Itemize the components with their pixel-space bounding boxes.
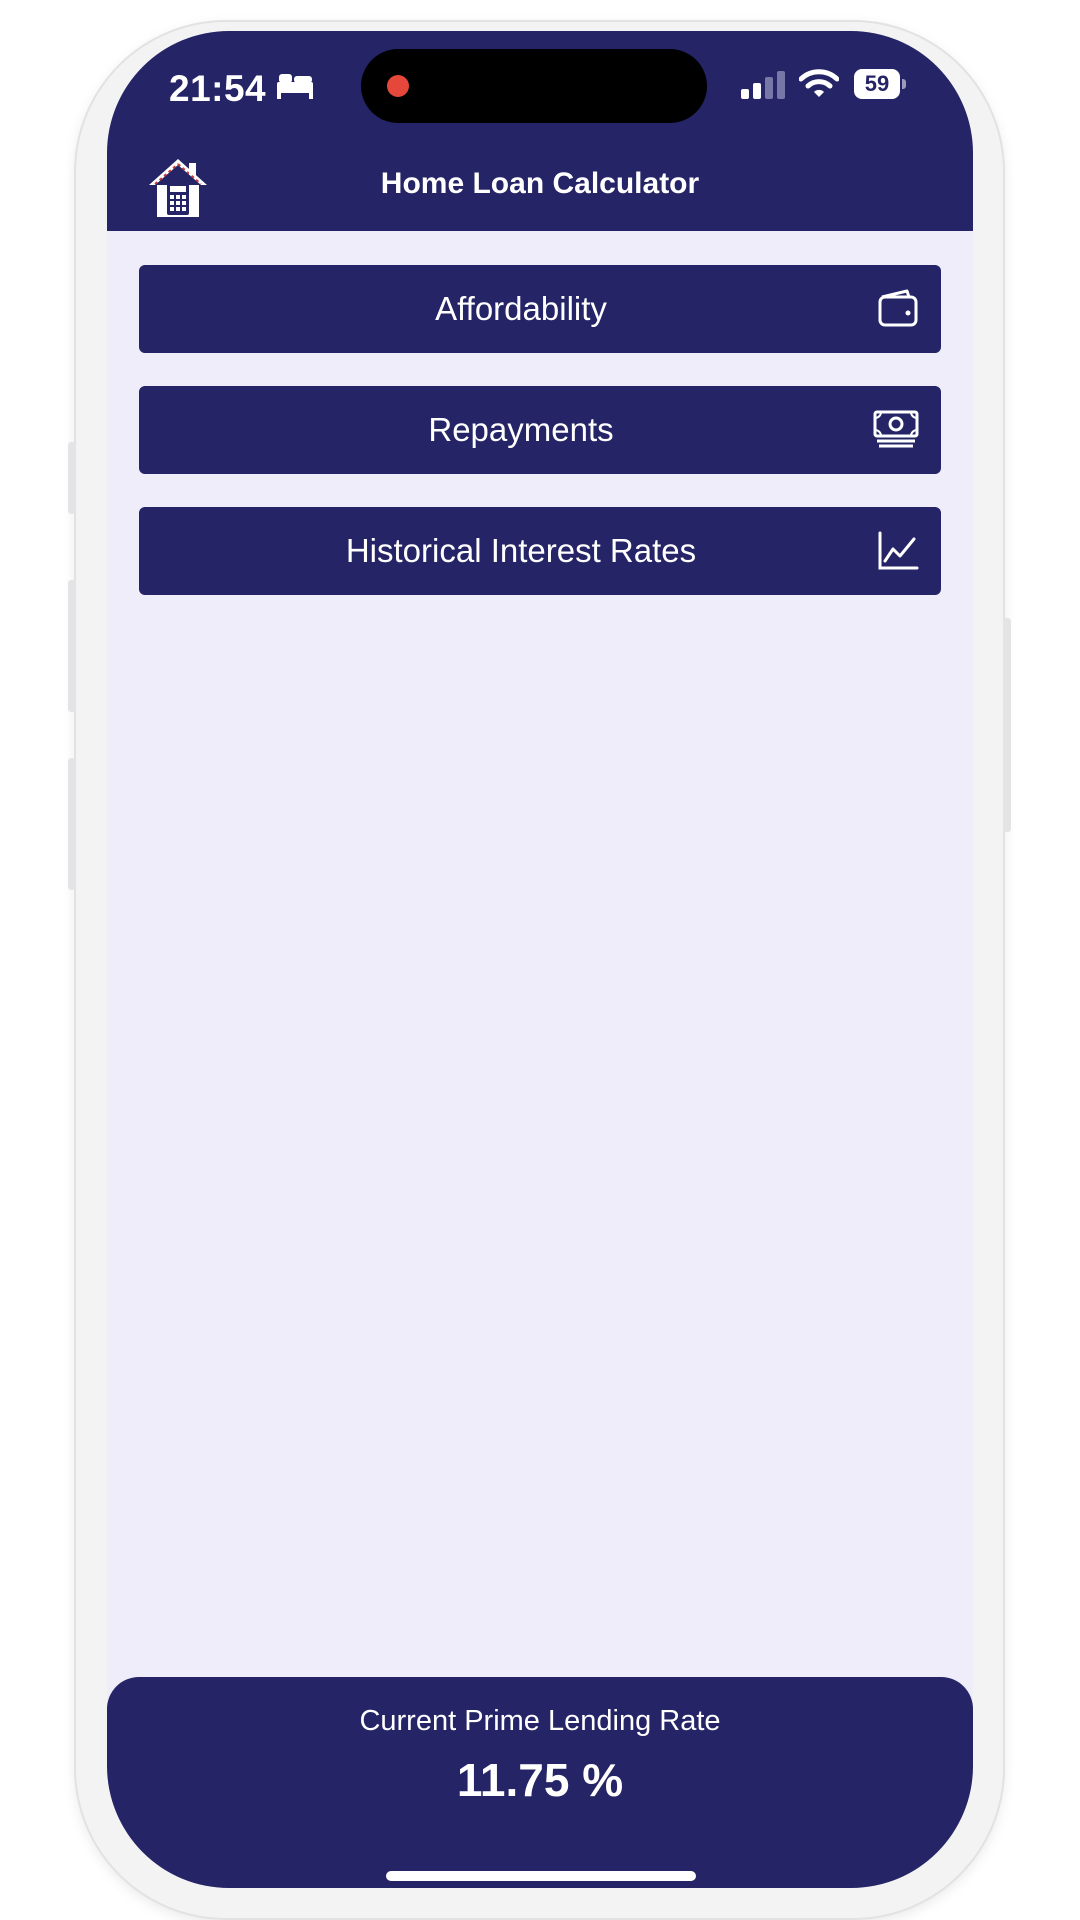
home-indicator[interactable] xyxy=(386,1871,696,1881)
volume-up-button xyxy=(68,580,76,712)
prime-rate-value: 11.75 % xyxy=(456,1754,624,1806)
signal-icon xyxy=(741,71,785,99)
historical-interest-rates-button[interactable]: Historical Interest Rates xyxy=(139,507,941,595)
affordability-label: Affordability xyxy=(435,290,607,327)
status-time: 21:54 xyxy=(169,68,267,109)
bed-icon xyxy=(277,74,313,99)
power-button xyxy=(1003,618,1011,832)
page-title: Home Loan Calculator xyxy=(380,167,700,200)
wifi-icon xyxy=(799,69,839,97)
dynamic-island xyxy=(361,49,707,123)
battery-tip xyxy=(902,79,906,89)
banknotes-icon xyxy=(873,410,919,448)
historical-interest-rates-label: Historical Interest Rates xyxy=(345,532,697,569)
prime-rate-footer: Current Prime Lending Rate 11.75 % xyxy=(107,1677,973,1888)
repayments-button[interactable]: Repayments xyxy=(139,386,941,474)
recording-indicator-icon xyxy=(387,75,409,97)
wallet-icon xyxy=(878,289,918,327)
line-chart-icon xyxy=(878,531,919,570)
prime-rate-label: Current Prime Lending Rate xyxy=(359,1705,721,1737)
app-screen: 21:54 59 Home Loan Calculator Affordabil… xyxy=(107,31,973,1888)
repayments-label: Repayments xyxy=(428,411,614,448)
affordability-button[interactable]: Affordability xyxy=(139,265,941,353)
battery-icon: 59 xyxy=(854,69,906,99)
battery-level: 59 xyxy=(854,69,900,99)
volume-down-button xyxy=(68,758,76,890)
silent-switch xyxy=(68,442,76,514)
app-header: 21:54 59 Home Loan Calculator xyxy=(107,31,973,231)
